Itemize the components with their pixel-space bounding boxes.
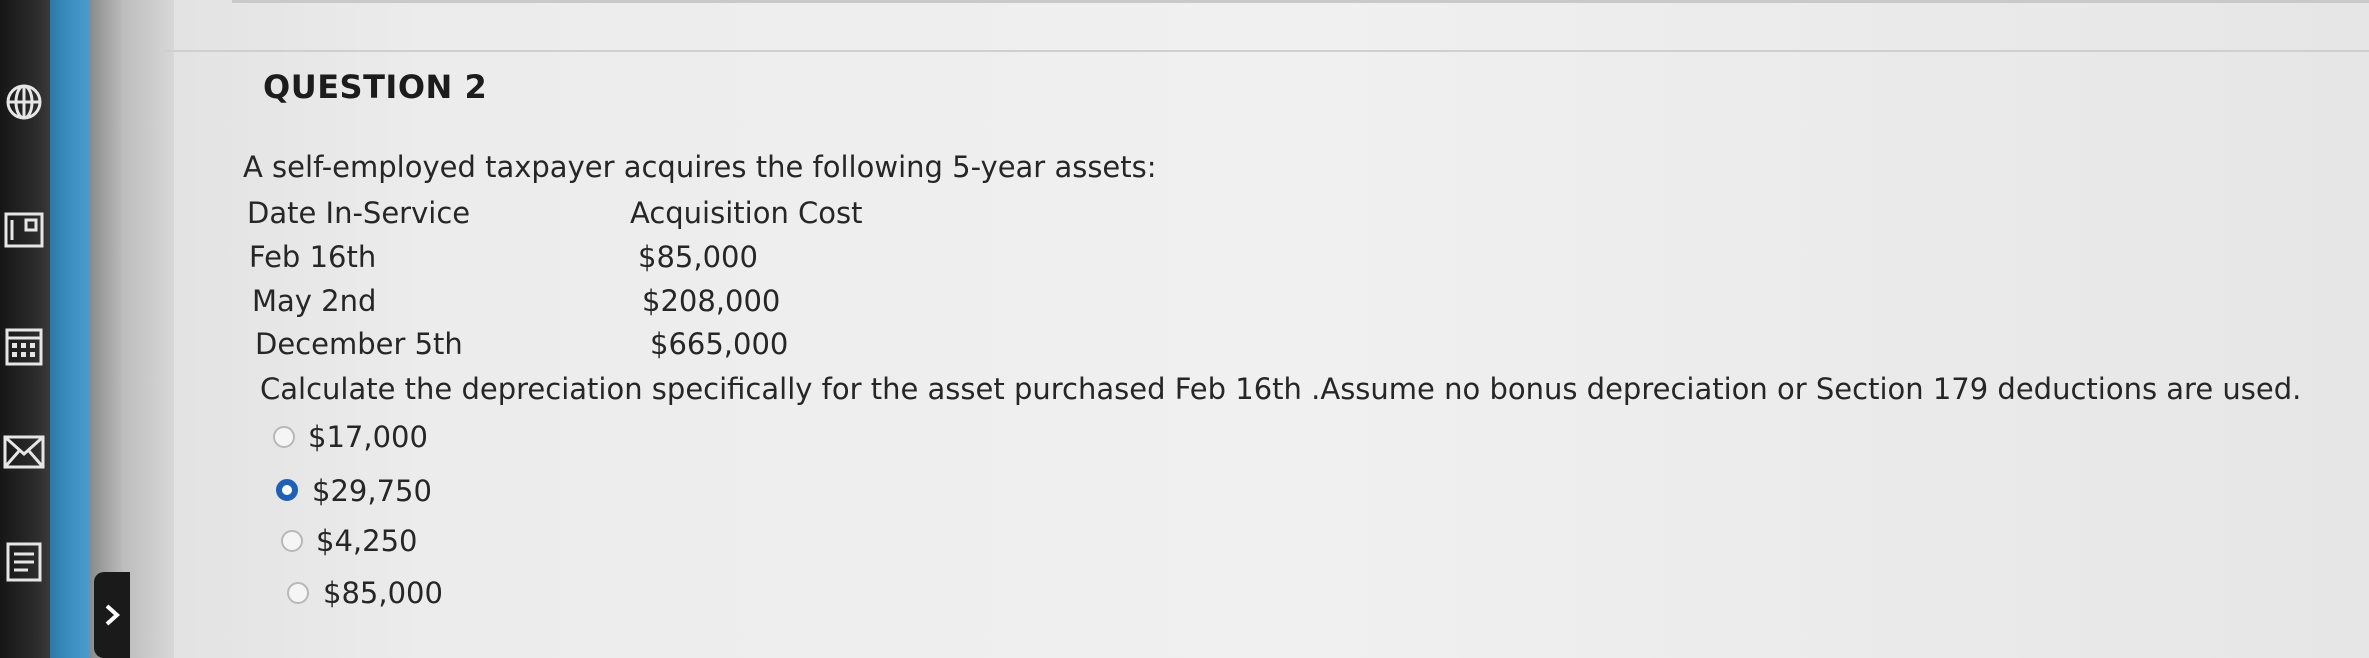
option-radio-selected[interactable] [276,479,298,501]
screen: QUESTION 2 A self-employed taxpayer acqu… [0,0,2369,658]
expand-nav-button[interactable] [94,572,130,658]
content-divider [165,50,2369,52]
table-row-cost: $85,000 [638,240,758,274]
top-divider [232,0,2369,3]
option-label[interactable]: $29,750 [312,474,432,508]
question-prompt: Calculate the depreciation specifically … [260,372,2302,406]
option-radio[interactable] [281,530,303,552]
question-title: QUESTION 2 [263,68,488,106]
option-radio[interactable] [287,582,309,604]
table-header-date: Date In-Service [247,196,471,230]
option-label[interactable]: $17,000 [308,420,428,454]
chevron-right-icon [105,604,120,626]
option-label[interactable]: $85,000 [323,576,443,610]
table-row-date: May 2nd [252,284,377,318]
table-row-cost: $208,000 [642,284,781,318]
left-shadow [90,0,174,658]
option-radio[interactable] [273,426,295,448]
calendar-icon[interactable] [0,318,48,374]
left-blue-bar [50,0,90,658]
panel-icon[interactable] [0,202,48,258]
table-row-date: December 5th [255,327,463,361]
notes-icon[interactable] [0,534,48,590]
option-label[interactable]: $4,250 [316,524,417,558]
question-intro: A self-employed taxpayer acquires the fo… [243,150,1157,184]
mail-icon[interactable] [0,424,48,480]
table-header-cost: Acquisition Cost [630,196,863,230]
table-row-cost: $665,000 [650,327,789,361]
globe-icon[interactable] [0,74,48,130]
table-row-date: Feb 16th [249,240,377,274]
